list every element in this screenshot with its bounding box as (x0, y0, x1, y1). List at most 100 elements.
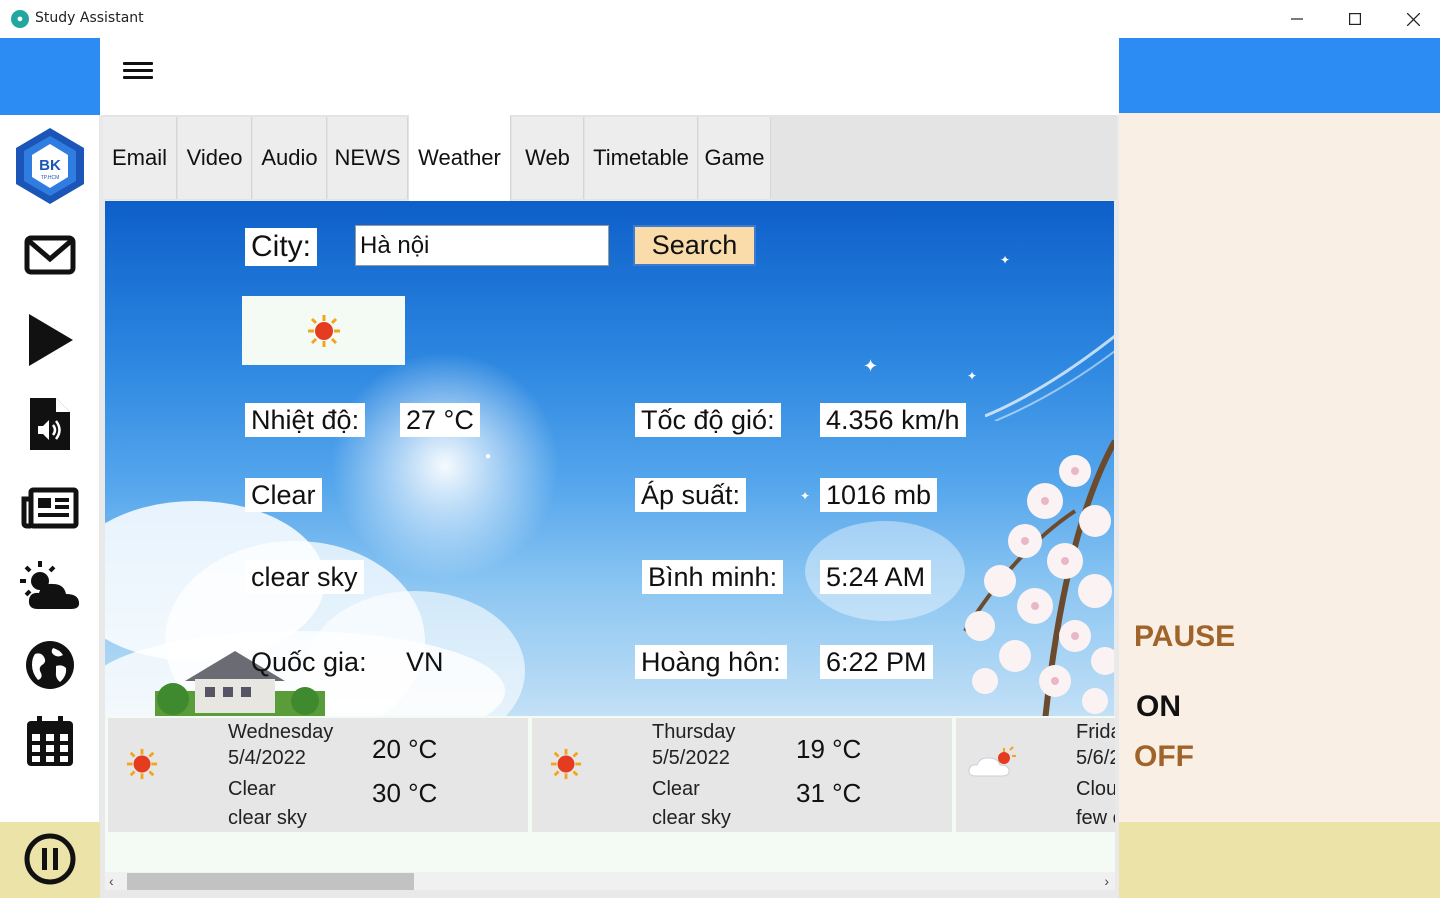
play-icon (29, 314, 73, 366)
forecast-description: few c (1076, 807, 1115, 829)
tab-timetable[interactable]: Timetable (585, 117, 698, 199)
forecast-card[interactable]: Frida 5/6/2 Clou few c (956, 718, 1115, 832)
weather-background: ✦ ✦ ✦ ✦ ● (105, 201, 1114, 716)
minimize-icon (1291, 18, 1303, 20)
sun-icon (126, 748, 158, 780)
temperature-label: Nhiệt độ: (245, 403, 366, 437)
weather-description: clear sky (245, 560, 364, 594)
tab-news[interactable]: NEWS (328, 117, 408, 199)
cloud-sun-icon (968, 746, 1016, 777)
country-value: VN (406, 647, 444, 677)
header-bar (100, 38, 1119, 115)
forecast-date: 5/5/2022 (652, 747, 730, 769)
header-accent-right (1119, 38, 1440, 113)
forecast-max-temp: 30 °C (372, 778, 438, 808)
sidebar-item-email[interactable] (0, 220, 100, 290)
forecast-main: Clou (1076, 778, 1115, 800)
sun-icon (550, 748, 582, 780)
close-button[interactable] (1384, 0, 1440, 38)
globe-icon (26, 641, 74, 689)
horizontal-scrollbar[interactable]: ‹ › (105, 872, 1115, 890)
sidebar-item-timetable[interactable] (0, 706, 100, 776)
calendar-icon (27, 716, 73, 766)
forecast-min-temp: 19 °C (796, 734, 862, 764)
sparkle-icon: ✦ (1000, 253, 1011, 267)
sidebar-item-news[interactable] (0, 473, 100, 543)
on-button[interactable]: ON (1136, 690, 1181, 724)
logo-text: BK (39, 157, 61, 174)
sidebar-item-weather[interactable] (0, 551, 100, 621)
temperature-value: 27 °C (400, 403, 480, 437)
sparkle-icon: ✦ (967, 369, 978, 383)
tab-weather[interactable]: Weather (409, 115, 511, 201)
pause-circle-icon (24, 833, 76, 885)
forecast-max-temp: 31 °C (796, 778, 862, 808)
current-weather-icon-box (242, 296, 405, 365)
forecast-date: 5/4/2022 (228, 747, 306, 769)
bk-logo: BK TP.HCM (0, 125, 100, 207)
forecast-main: Clear (652, 778, 700, 800)
mail-icon (24, 235, 76, 275)
maximize-icon (1349, 13, 1361, 25)
close-icon (1406, 12, 1420, 26)
window-title: Study Assistant (35, 10, 144, 26)
sunrise-label: Bình minh: (642, 560, 784, 594)
tab-email[interactable]: Email (103, 117, 177, 199)
sun-icon (307, 314, 340, 347)
sparkle-icon: ✦ (863, 356, 879, 376)
search-button[interactable]: Search (633, 225, 756, 266)
sunrise-value: 5:24 AM (820, 560, 932, 594)
forecast-date: 5/6/2 (1076, 747, 1115, 769)
scroll-left-arrow[interactable]: ‹ (109, 872, 114, 890)
sidebar: BK TP.HCM (0, 115, 100, 822)
scroll-right-arrow[interactable]: › (1104, 872, 1109, 890)
weather-main: Clear (245, 478, 322, 512)
forecast-description: clear sky (652, 807, 731, 829)
cherry-blossom-illustration (963, 439, 1114, 716)
maximize-button[interactable] (1326, 0, 1384, 38)
hamburger-icon[interactable] (121, 58, 155, 84)
header-accent-left (0, 38, 100, 115)
wind-speed-label: Tốc độ gió: (635, 403, 781, 437)
sparkle-icon: ● (485, 451, 492, 462)
forecast-day: Thursday (652, 721, 736, 743)
sunset-label: Hoàng hôn: (635, 645, 787, 679)
right-bottom-bar (1119, 822, 1440, 898)
sidebar-item-video[interactable] (0, 305, 100, 375)
tab-video[interactable]: Video (178, 117, 252, 199)
logo-subtext: TP.HCM (41, 175, 60, 181)
scroll-thumb[interactable] (127, 873, 414, 890)
forecast-card[interactable]: Wednesday 5/4/2022 Clear clear sky 20 °C… (108, 718, 528, 832)
audio-file-icon (30, 398, 70, 450)
wind-speed-value: 4.356 km/h (820, 403, 966, 437)
forecast-day: Wednesday (228, 721, 334, 743)
newspaper-icon (21, 487, 79, 529)
sidebar-item-web[interactable] (0, 630, 100, 700)
pressure-value: 1016 mb (820, 478, 938, 512)
pause-label: PAUSE (1134, 620, 1236, 653)
country-label: Quốc gia: (251, 647, 367, 677)
off-button[interactable]: OFF (1134, 740, 1194, 774)
forecast-list: Wednesday 5/4/2022 Clear clear sky 20 °C… (105, 716, 1115, 872)
sun-glow (330, 351, 560, 581)
study-assistant-window: ● Study Assistant BK TP.HCM PAUSE ON OFF… (0, 0, 1440, 898)
pause-button[interactable] (24, 833, 76, 885)
city-label: City: (245, 228, 317, 266)
sparkle-icon: ✦ (800, 489, 811, 503)
forecast-day: Frida (1076, 721, 1115, 743)
sidebar-item-audio[interactable] (0, 389, 100, 459)
forecast-min-temp: 20 °C (372, 734, 438, 764)
city-input[interactable]: Hà nội (355, 225, 609, 266)
sunset-value: 6:22 PM (820, 645, 933, 679)
tab-audio[interactable]: Audio (253, 117, 327, 199)
title-bar: ● Study Assistant (0, 0, 1440, 38)
forecast-description: clear sky (228, 807, 307, 829)
tab-game[interactable]: Game (699, 117, 771, 199)
minimize-button[interactable] (1268, 0, 1326, 38)
weather-icon (20, 561, 80, 609)
app-icon: ● (11, 10, 29, 28)
pressure-label: Áp suất: (635, 478, 747, 512)
forecast-main: Clear (228, 778, 276, 800)
tab-web[interactable]: Web (512, 117, 584, 199)
forecast-card[interactable]: Thursday 5/5/2022 Clear clear sky 19 °C … (532, 718, 952, 832)
